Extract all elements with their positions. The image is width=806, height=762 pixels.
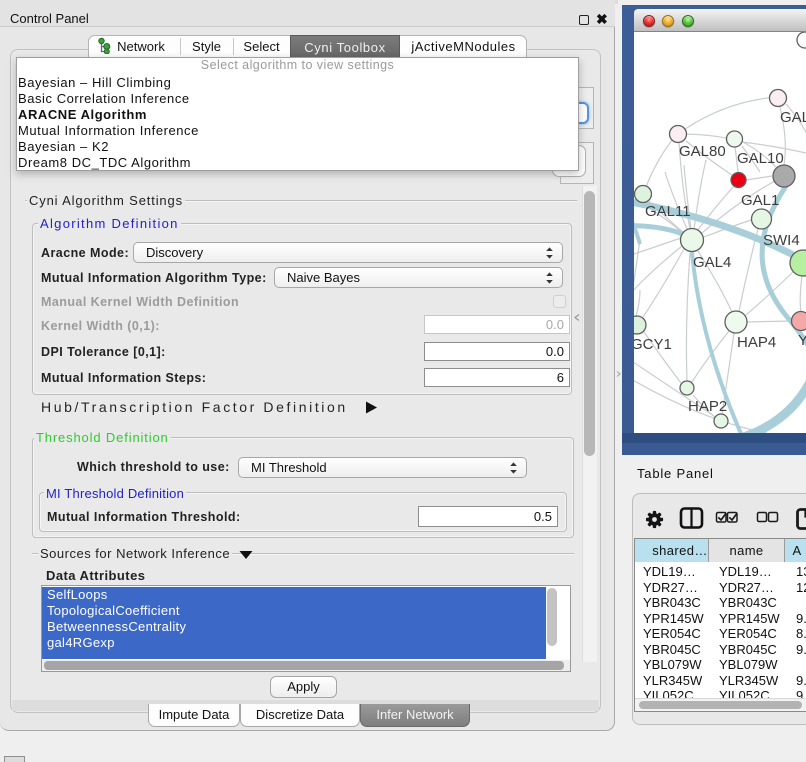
svg-text:GAL10: GAL10 bbox=[737, 150, 784, 167]
svg-text:YD: YD bbox=[798, 332, 806, 349]
svg-text:GAL80: GAL80 bbox=[679, 143, 726, 160]
svg-text:HAP4: HAP4 bbox=[737, 334, 776, 351]
svg-text:HAP2: HAP2 bbox=[688, 398, 727, 415]
svg-text:GAL11: GAL11 bbox=[645, 203, 691, 220]
svg-text:GAL4: GAL4 bbox=[693, 254, 731, 271]
svg-text:GCY1: GCY1 bbox=[634, 336, 672, 353]
svg-text:SWI4: SWI4 bbox=[763, 232, 800, 249]
svg-text:GAL7: GAL7 bbox=[780, 109, 806, 126]
svg-text:GAL1: GAL1 bbox=[741, 192, 779, 209]
